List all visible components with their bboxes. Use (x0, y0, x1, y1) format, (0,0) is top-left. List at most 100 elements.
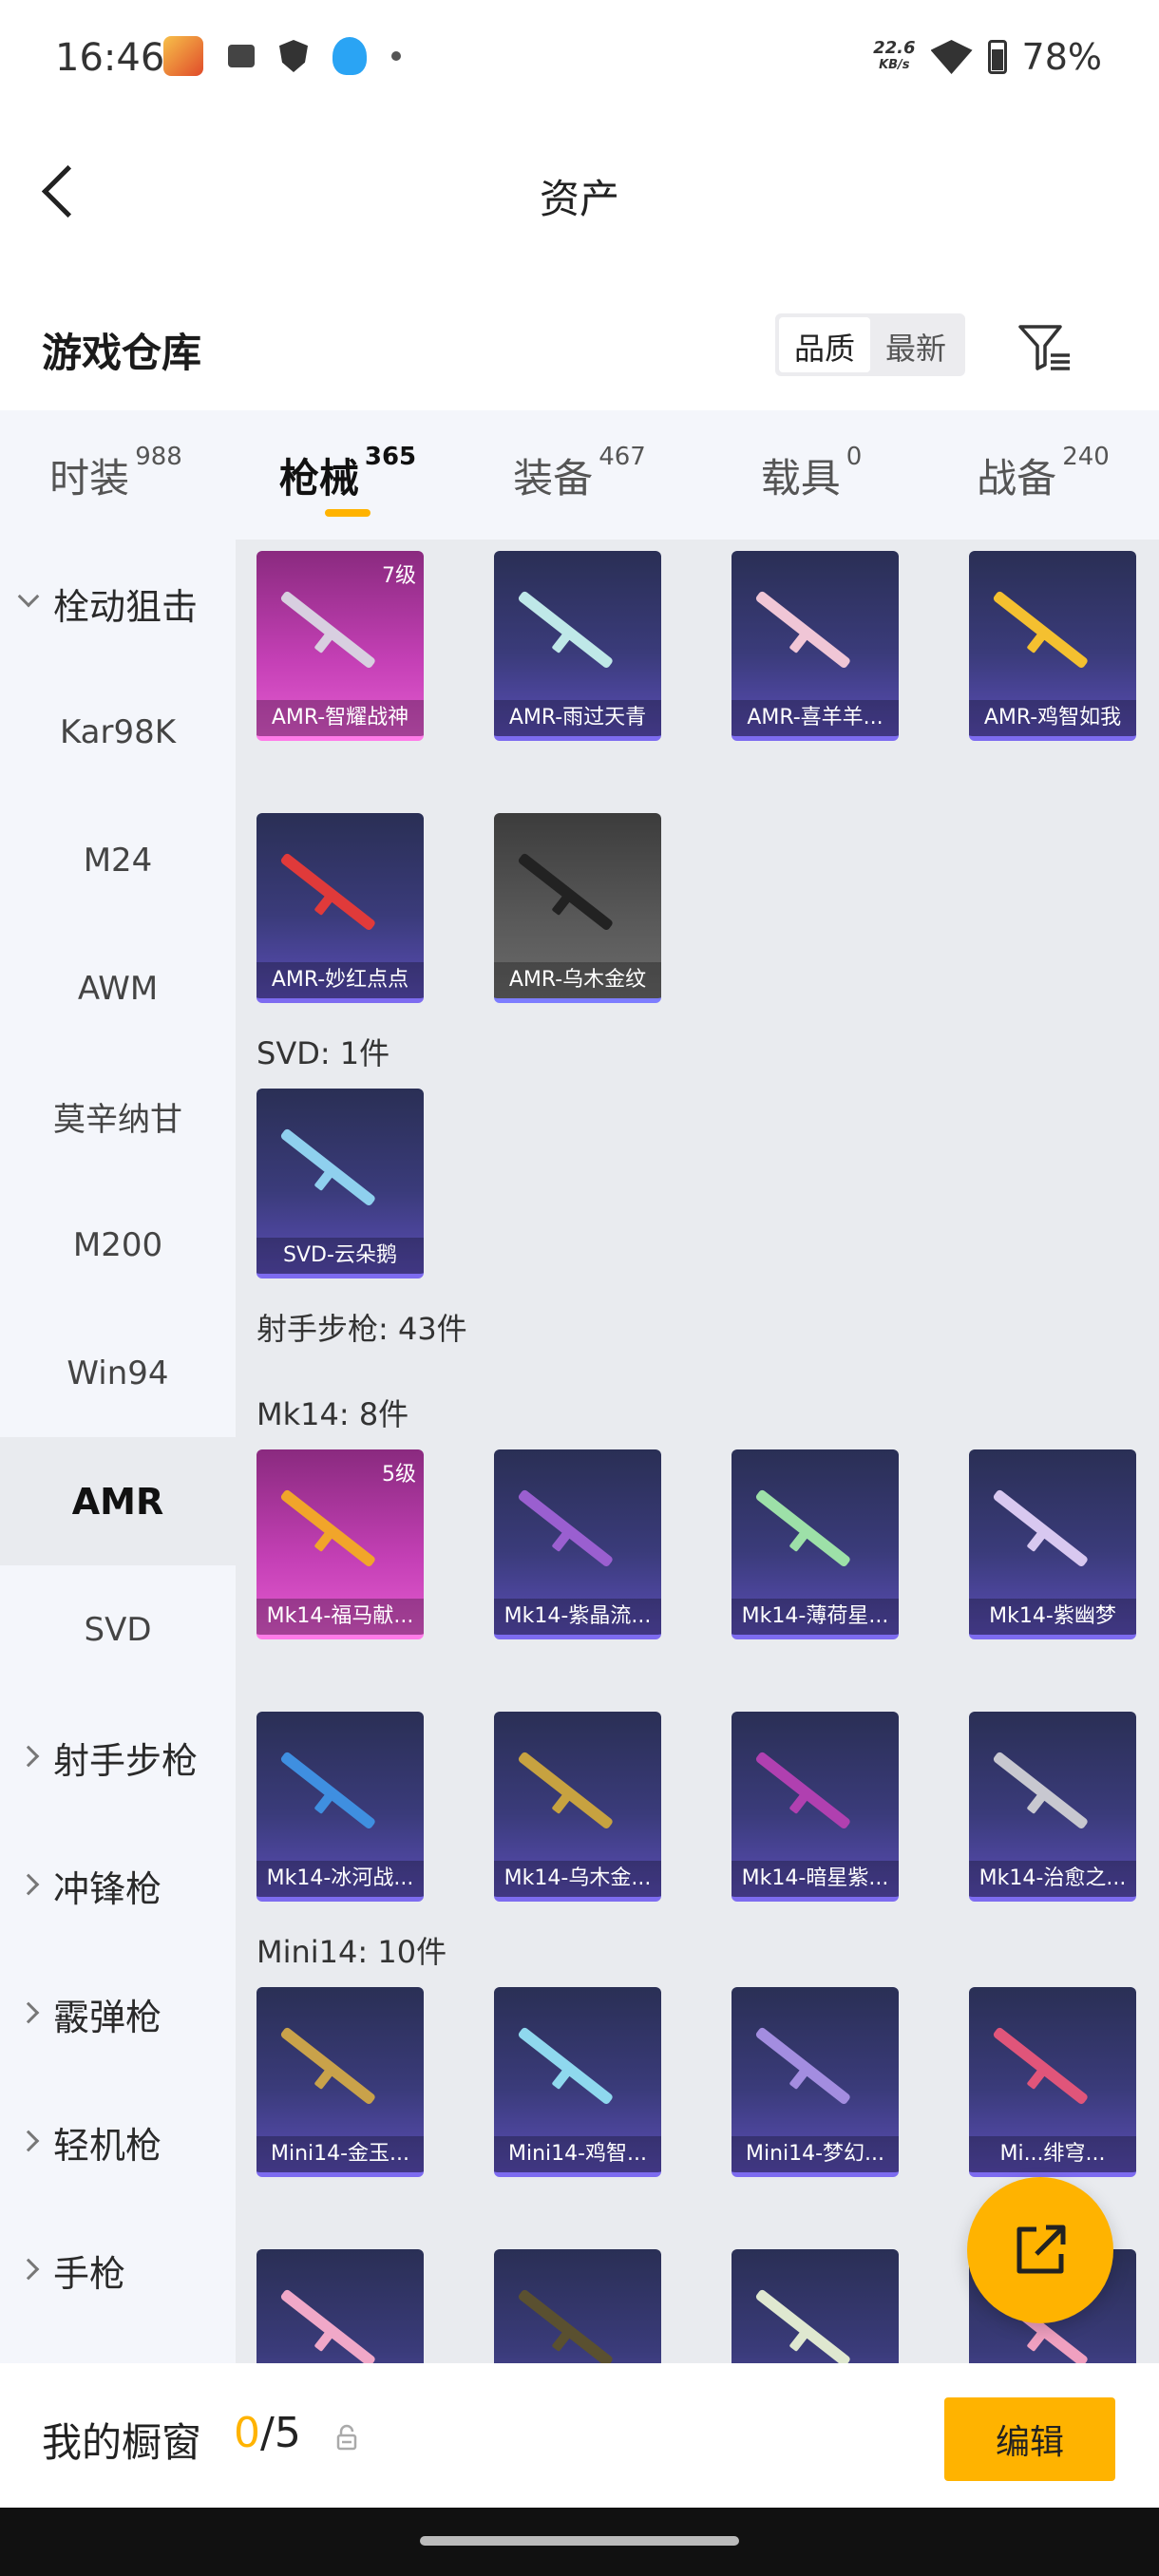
chevron-right-icon (17, 1873, 40, 1896)
sidebar-group-smg[interactable]: 冲锋枪 (0, 1822, 236, 1950)
warehouse-title: 游戏仓库 (42, 330, 202, 376)
sidebar-item-win94[interactable]: Win94 (0, 1309, 236, 1437)
sidebar-item-m24[interactable]: M24 (0, 796, 236, 924)
category-tabs: 时装 988 枪械 365 装备 467 载具 0 战备 240 (0, 410, 1159, 540)
weapon-image (754, 1488, 852, 1568)
weapon-name: AMR-雨过天青 (494, 700, 661, 736)
weapon-card[interactable]: Mk14-紫晶流... (494, 1449, 661, 1639)
weapon-image (992, 590, 1090, 670)
weapon-card[interactable]: Mini14-梦幻... (732, 1987, 899, 2177)
weapon-card[interactable]: Mk14-治愈之... (969, 1712, 1136, 1902)
weapon-image (754, 2026, 852, 2106)
weapon-card[interactable] (256, 2249, 424, 2363)
battery-icon (987, 40, 1007, 74)
sidebar-item-amr[interactable]: AMR (0, 1437, 236, 1565)
filter-icon[interactable] (1016, 319, 1074, 376)
qq-icon (332, 37, 367, 75)
sidebar-group-lmg[interactable]: 轻机枪 (0, 2078, 236, 2207)
weapon-card[interactable] (494, 2249, 661, 2363)
edit-button[interactable]: 编辑 (944, 2397, 1115, 2481)
weapon-name: AMR-鸡智如我 (969, 700, 1136, 736)
tab-guns[interactable]: 枪械 365 (232, 410, 464, 540)
weapon-name: Mi...绯穹... (969, 2136, 1136, 2172)
level-badge: 7级 (382, 564, 416, 588)
sidebar-item-m200[interactable]: M200 (0, 1181, 236, 1309)
weapon-name: Mini14-梦幻... (732, 2136, 899, 2172)
weapon-card[interactable]: AMR-鸡智如我 (969, 551, 1136, 741)
weapon-card[interactable] (732, 2249, 899, 2363)
weapon-image (517, 852, 615, 932)
tab-fashion[interactable]: 时装 988 (0, 410, 232, 540)
sort-quality-button[interactable]: 品质 (779, 317, 871, 372)
sidebar-group-bolt-sniper[interactable]: 栓动狙击 (0, 540, 236, 668)
weapon-image (754, 1751, 852, 1830)
weapon-card[interactable]: AMR-雨过天青 (494, 551, 661, 741)
weapon-image (992, 2026, 1090, 2106)
status-notification-icons (163, 36, 401, 76)
chevron-right-icon (17, 2258, 40, 2281)
share-fab-button[interactable] (967, 2177, 1113, 2323)
net-speed: 22.6 KB/s (873, 38, 916, 73)
wifi-icon (930, 40, 973, 74)
marksman-section-header: 射手步枪: 43件 (256, 1311, 467, 1347)
chevron-right-icon (17, 1745, 40, 1768)
weapon-card[interactable]: AMR-喜羊羊... (732, 551, 899, 741)
weapon-card[interactable]: Mini14-鸡智... (494, 1987, 661, 2177)
weapon-card[interactable]: Mk14-乌木金... (494, 1712, 661, 1902)
weapon-image (279, 852, 377, 932)
weapon-image (517, 2288, 615, 2363)
weapon-card[interactable]: SVD-云朵鹅 (256, 1089, 424, 1279)
battery-percent: 78% (1021, 36, 1102, 78)
mk14-section-header: Mk14: 8件 (256, 1396, 409, 1432)
tab-equipment[interactable]: 装备 467 (464, 410, 695, 540)
weapon-name: Mk14-暗星紫... (732, 1861, 899, 1897)
svd-section-header: SVD: 1件 (256, 1035, 390, 1071)
sidebar-item-kar98k[interactable]: Kar98K (0, 668, 236, 796)
tab-vehicles[interactable]: 载具 0 (695, 410, 927, 540)
weapon-name: SVD-云朵鹅 (256, 1238, 424, 1274)
weapon-card[interactable]: Mini14-金玉... (256, 1987, 424, 2177)
weapon-image (279, 590, 377, 670)
sort-newest-button[interactable]: 最新 (870, 317, 961, 372)
sidebar-group-pistol[interactable]: 手枪 (0, 2207, 236, 2335)
weapon-name: Mini14-金玉... (256, 2136, 424, 2172)
weapon-name: AMR-妙红点点 (256, 962, 424, 998)
showcase-label: 我的橱窗 (42, 2419, 202, 2466)
share-external-icon (1016, 2225, 1066, 2274)
weapon-card[interactable]: Mk14-暗星紫... (732, 1712, 899, 1902)
weapon-image (279, 2026, 377, 2106)
weapon-card[interactable]: 5级 Mk14-福马献... (256, 1449, 424, 1639)
weapon-image (992, 1488, 1090, 1568)
weapon-grid: 7级 AMR-智耀战神 AMR-雨过天青 AMR-喜羊羊... AMR-鸡智如我 … (236, 540, 1159, 2363)
weapon-image (279, 2288, 377, 2363)
weapon-image (279, 1751, 377, 1830)
status-system-icons: 22.6 KB/s 78% (873, 36, 1102, 78)
weapon-name: Mk14-福马献... (256, 1599, 424, 1635)
weapon-card[interactable]: AMR-乌木金纹 (494, 813, 661, 1003)
tab-supplies[interactable]: 战备 240 (927, 410, 1159, 540)
sidebar-group-shotgun[interactable]: 霰弹枪 (0, 1950, 236, 2078)
weapon-card[interactable]: Mk14-冰河战... (256, 1712, 424, 1902)
weapon-card[interactable]: Mk14-薄荷星... (732, 1449, 899, 1639)
showcase-count: 0/5 (234, 2409, 301, 2457)
weapon-image (279, 1127, 377, 1207)
weapon-name: AMR-智耀战神 (256, 700, 424, 736)
chevron-right-icon (17, 2001, 40, 2024)
status-time: 16:46 (55, 36, 165, 80)
game-app-icon (163, 36, 203, 76)
sidebar-item-svd[interactable]: SVD (0, 1565, 236, 1694)
shield-icon (279, 40, 308, 72)
weapon-card[interactable]: Mk14-紫幽梦 (969, 1449, 1136, 1639)
sidebar-item-mosin[interactable]: 莫辛纳甘 (0, 1052, 236, 1181)
weapon-card[interactable]: 7级 AMR-智耀战神 (256, 551, 424, 741)
weapon-name: Mk14-冰河战... (256, 1861, 424, 1897)
weapon-name: Mini14-鸡智... (494, 2136, 661, 2172)
warehouse-header: 游戏仓库 品质 最新 (0, 285, 1159, 408)
sidebar-item-awm[interactable]: AWM (0, 924, 236, 1052)
level-badge: 5级 (382, 1463, 416, 1487)
weapon-card[interactable]: AMR-妙红点点 (256, 813, 424, 1003)
sidebar-group-marksman[interactable]: 射手步枪 (0, 1694, 236, 1822)
home-gesture-handle[interactable] (420, 2536, 739, 2546)
weapon-card[interactable]: Mi...绯穹... (969, 1987, 1136, 2177)
app-header: 资产 (0, 114, 1159, 275)
